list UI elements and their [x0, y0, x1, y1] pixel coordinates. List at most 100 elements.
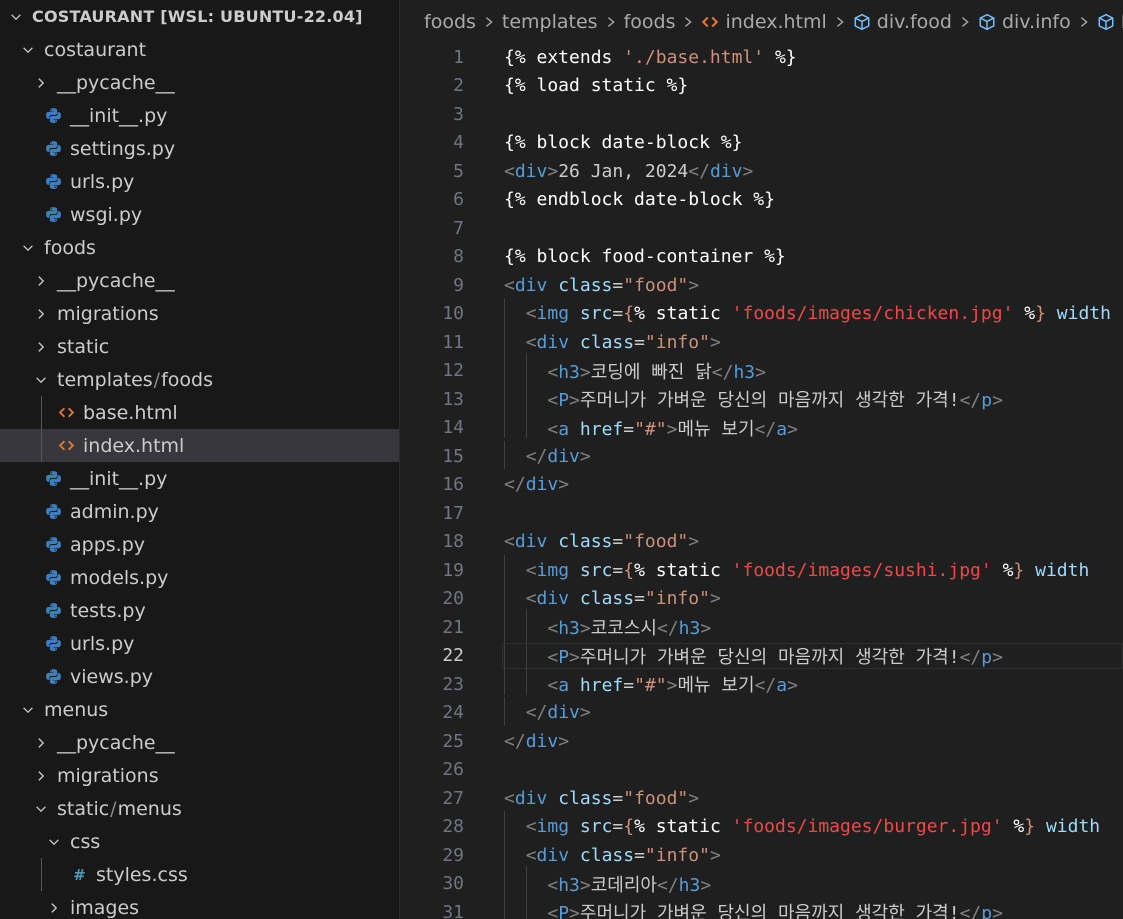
code-line[interactable]: 7 — [400, 214, 1123, 243]
tree-file-init-py[interactable]: __init__.py — [0, 99, 399, 132]
tree-folder-foods[interactable]: foods — [0, 231, 399, 264]
tree-file-urls-py[interactable]: urls.py — [0, 627, 399, 660]
tree-folder-templates[interactable]: templates / foods — [0, 363, 399, 396]
code-line[interactable]: 2 {% load static %} — [400, 72, 1123, 101]
code-token: div — [536, 844, 570, 866]
code-token: width — [1056, 303, 1111, 325]
html-file-icon — [701, 13, 719, 31]
line-number: 30 — [442, 873, 464, 895]
tree-file-tests-py[interactable]: tests.py — [0, 594, 399, 627]
code-token: class — [558, 787, 613, 809]
breadcrumb-item[interactable]: index.html — [701, 11, 827, 33]
code-line[interactable]: 1 {% extends './base.html' %} — [400, 43, 1123, 72]
tree-folder-costaurant[interactable]: costaurant — [0, 33, 399, 66]
code-line[interactable]: 31 <P>주머니가 가벼운 당신의 마음까지 생각한 가격!</p> — [400, 894, 1123, 919]
line-content: <div>26 Jan, 2024</div> — [504, 161, 753, 182]
tree-folder-pycache[interactable]: __pycache__ — [0, 264, 399, 297]
tree-file-models-py[interactable]: models.py — [0, 561, 399, 594]
code-token: </ — [525, 445, 548, 467]
indent-guide — [28, 858, 29, 891]
tree-item-label: migrations — [57, 302, 159, 325]
explorer-root-folder[interactable]: COSTAURANT [WSL: UBUNTU-22.04] — [0, 0, 399, 33]
tree-folder-static[interactable]: static / menus — [0, 792, 399, 825]
code-token: a — [558, 675, 570, 697]
breadcrumb-item[interactable]: foods — [424, 11, 476, 33]
code-line[interactable]: 20 <div class="info"> — [400, 583, 1123, 614]
tree-file-init-py[interactable]: __init__.py — [0, 462, 399, 495]
code-line[interactable]: 3 — [400, 100, 1123, 129]
code-token: > — [709, 588, 721, 610]
breadcrumb-item[interactable]: div.info — [978, 11, 1071, 33]
line-number: 23 — [442, 673, 464, 695]
tree-file-urls-py[interactable]: urls.py — [0, 165, 399, 198]
tree-file-apps-py[interactable]: apps.py — [0, 528, 399, 561]
code-token: < — [547, 874, 559, 896]
code-line[interactable]: 10 <img src={% static 'foods/images/chic… — [400, 298, 1123, 329]
code-line[interactable]: 22 <P>주머니가 가벼운 당신의 마음까지 생각한 가격!</p> — [400, 637, 1123, 671]
code-line[interactable]: 21 <h3>코코스시</h3> — [400, 609, 1123, 642]
tree-file-settings-py[interactable]: settings.py — [0, 132, 399, 165]
tree-item-label-compact: menus — [117, 797, 182, 820]
code-line[interactable]: 23 <a href="#">메뉴 보기</a> — [400, 666, 1123, 699]
code-line[interactable]: 6 {% endblock date-block %} — [400, 186, 1123, 215]
tree-folder-pycache[interactable]: __pycache__ — [0, 726, 399, 759]
tree-folder-migrations[interactable]: migrations — [0, 297, 399, 330]
line-number: 4 — [453, 132, 464, 154]
line-number: 2 — [453, 75, 464, 97]
tree-folder-images[interactable]: images — [0, 891, 399, 919]
tree-file-base-html[interactable]: base.html — [0, 396, 399, 429]
tree-file-views-py[interactable]: views.py — [0, 660, 399, 693]
code-view[interactable]: 1 {% extends './base.html' %} 2 {% load sta… — [400, 43, 1123, 919]
code-line[interactable]: 13 <P>주머니가 가벼운 당신의 마음까지 생각한 가격!</p> — [400, 381, 1123, 414]
indent-guide — [28, 363, 29, 396]
code-line[interactable]: 26 — [400, 756, 1123, 785]
code-line[interactable]: 12 <h3>코딩에 빠진 닭</h3> — [400, 352, 1123, 386]
code-line[interactable]: 15 </div> — [400, 440, 1123, 471]
tree-folder-css[interactable]: css — [0, 825, 399, 858]
code-token: p — [981, 390, 993, 412]
tree-folder-migrations[interactable]: migrations — [0, 759, 399, 792]
python-file-icon — [43, 634, 63, 654]
code-line[interactable]: 29 <div class="info"> — [400, 839, 1123, 870]
breadcrumb-item[interactable]: div.food — [853, 11, 952, 33]
code-line[interactable]: 19 <img src={% static 'foods/images/sush… — [400, 554, 1123, 585]
line-content: <div class="info"> — [504, 583, 721, 612]
code-line[interactable]: 5 <div>26 Jan, 2024</div> — [400, 157, 1123, 186]
code-line[interactable]: 28 <img src={% static 'foods/images/burg… — [400, 811, 1123, 842]
code-token: > — [709, 844, 721, 866]
breadcrumb-item[interactable]: templates — [502, 11, 598, 33]
code-token: div — [547, 702, 580, 724]
tree-folder-static[interactable]: static — [0, 330, 399, 363]
code-line[interactable]: 30 <h3>코데리아</h3> — [400, 865, 1123, 899]
code-line[interactable]: 8 {% block food-container %} — [400, 243, 1123, 272]
tree-file-admin-py[interactable]: admin.py — [0, 495, 399, 528]
code-token: P — [558, 390, 570, 412]
python-file-icon — [43, 139, 63, 159]
code-line[interactable]: 18 <div class="food"> — [400, 528, 1123, 557]
code-line[interactable]: 11 <div class="info"> — [400, 326, 1123, 357]
code-line[interactable]: 9 <div class="food"> — [400, 271, 1123, 300]
code-line[interactable]: 14 <a href="#">메뉴 보기</a> — [400, 409, 1123, 443]
breadcrumb-item[interactable]: foods — [624, 11, 676, 33]
code-token: </ — [656, 874, 679, 896]
code-line[interactable]: 27 <div class="food"> — [400, 784, 1123, 813]
code-line[interactable]: 25 </div> — [400, 727, 1123, 756]
tree-folder-pycache[interactable]: __pycache__ — [0, 66, 399, 99]
tree-folder-menus[interactable]: menus — [0, 693, 399, 726]
code-line[interactable]: 4 {% block date-block %} — [400, 129, 1123, 158]
breadcrumb-item[interactable]: P — [1097, 11, 1123, 33]
code-line[interactable]: 17 — [400, 499, 1123, 528]
tree-item-label: urls.py — [70, 170, 135, 193]
code-line[interactable]: 16 </div> — [400, 471, 1123, 500]
indent-guide — [28, 396, 29, 429]
tree-item-label: templates — [57, 368, 153, 391]
tree-file-styles-css[interactable]: # styles.css — [0, 858, 399, 891]
tree-file-wsgi-py[interactable]: wsgi.py — [0, 198, 399, 231]
tree-file-index-html[interactable]: index.html — [0, 429, 399, 462]
code-line[interactable]: 24 </div> — [400, 697, 1123, 728]
breadcrumb-label: div.food — [876, 10, 952, 33]
code-token: % static — [634, 816, 732, 838]
code-token: > — [688, 531, 700, 553]
